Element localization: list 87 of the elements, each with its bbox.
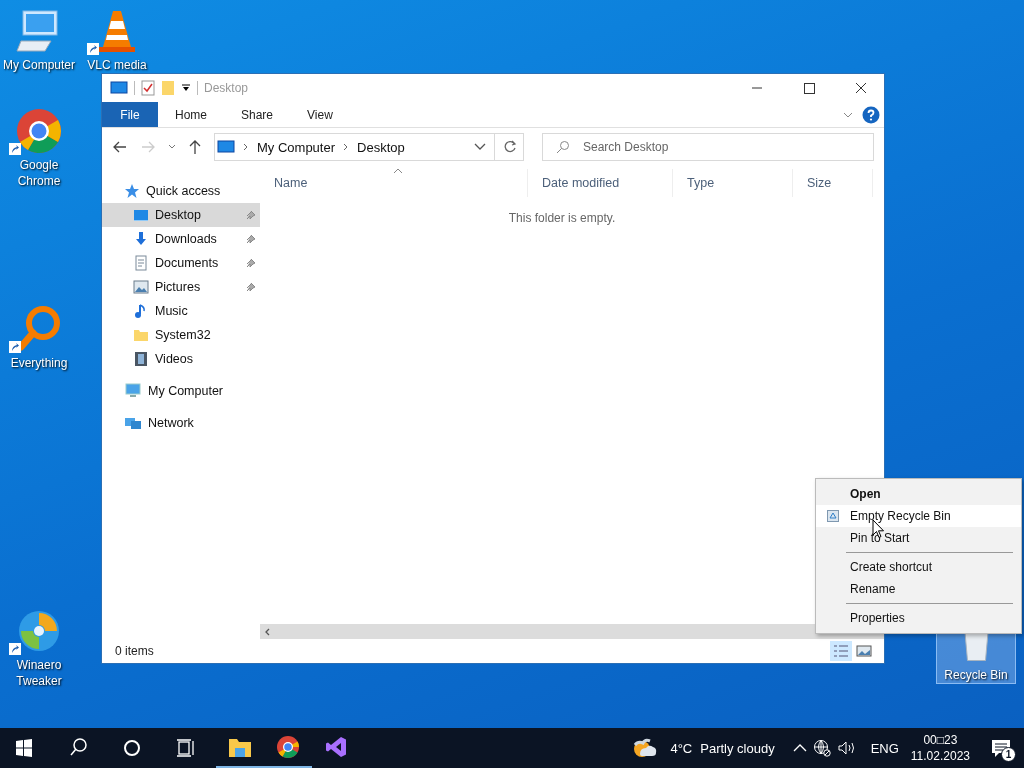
desktop-icon[interactable]: VLC media xyxy=(78,5,156,73)
nav-item[interactable]: Desktop xyxy=(102,203,260,227)
icon-label: Recycle Bin xyxy=(944,667,1008,683)
window-title: Desktop xyxy=(204,81,249,95)
weather-condition[interactable]: Partly cloudy xyxy=(700,740,775,756)
nav-item[interactable]: System32 xyxy=(102,323,260,347)
menu-item[interactable]: Pin to Start xyxy=(816,527,1021,549)
desktop-icon[interactable]: Everything xyxy=(0,303,78,371)
menu-item[interactable]: Rename xyxy=(816,578,1021,600)
nav-item[interactable]: Network xyxy=(102,411,260,435)
language-indicator[interactable]: ENG xyxy=(870,740,899,756)
column-header[interactable]: Name xyxy=(260,169,528,197)
icon-label: VLC media xyxy=(87,57,147,73)
breadcrumb[interactable]: Desktop xyxy=(357,139,405,155)
nav-item[interactable]: Videos xyxy=(102,347,260,371)
folder-icon xyxy=(228,736,252,758)
desktop-icon[interactable]: Google Chrome xyxy=(0,105,78,189)
up-arrow-icon[interactable] xyxy=(188,139,202,155)
recycle-icon xyxy=(827,510,839,522)
chevron-down-icon[interactable] xyxy=(168,144,176,150)
menu-item[interactable]: Open xyxy=(816,483,1021,505)
empty-folder-message: This folder is empty. xyxy=(507,211,617,225)
film-icon xyxy=(133,351,149,367)
nav-item[interactable]: Pictures xyxy=(102,275,260,299)
ribbon-tab[interactable]: Home xyxy=(158,102,224,127)
weather-cloud-icon[interactable] xyxy=(632,736,659,760)
search-icon xyxy=(556,140,570,154)
breadcrumb[interactable]: My Computer xyxy=(257,139,336,155)
chevron-right-icon xyxy=(343,143,350,151)
ribbon-tab[interactable]: View xyxy=(290,102,350,127)
back-arrow-icon[interactable] xyxy=(112,140,128,154)
address-bar[interactable]: My Computer Desktop xyxy=(214,133,524,161)
action-center-button[interactable]: 1 xyxy=(984,728,1018,768)
menu-item[interactable]: Create shortcut xyxy=(816,556,1021,578)
thumbnail-view-icon[interactable] xyxy=(856,644,872,658)
pictures-icon xyxy=(133,279,149,295)
clock-time: 00□23 xyxy=(923,732,958,748)
nav-item[interactable]: Documents xyxy=(102,251,260,275)
download-icon xyxy=(133,231,149,247)
item-count: 0 items xyxy=(115,644,154,658)
icon-label: My Computer xyxy=(3,57,75,73)
properties-icon[interactable] xyxy=(141,80,155,96)
clock[interactable]: 00□23 11.02.2023 xyxy=(910,732,970,764)
speaker-icon[interactable] xyxy=(836,740,857,756)
temperature-text[interactable]: 4°C xyxy=(670,740,693,756)
help-icon[interactable] xyxy=(862,105,880,124)
nav-item[interactable]: Downloads xyxy=(102,227,260,251)
network-icon xyxy=(124,415,142,431)
desktop-icon xyxy=(133,207,149,223)
ribbon-tab[interactable]: File xyxy=(102,102,158,127)
pin-icon[interactable] xyxy=(246,234,256,244)
column-header[interactable]: Date modified xyxy=(528,169,673,197)
search-field[interactable]: Search Desktop xyxy=(542,133,874,161)
desktop-icon xyxy=(217,140,235,154)
menu-item[interactable]: Empty Recycle Bin xyxy=(816,505,1021,527)
chrome-icon xyxy=(15,107,63,155)
nav-item[interactable]: Quick access xyxy=(102,179,260,203)
sort-caret-icon xyxy=(393,168,403,174)
computer-icon xyxy=(124,383,142,399)
scroll-left-icon[interactable] xyxy=(264,627,270,636)
desktop-icon[interactable]: My Computer xyxy=(0,5,78,73)
star-icon xyxy=(124,183,140,199)
clock-date: 11.02.2023 xyxy=(910,748,970,764)
chevron-up-icon[interactable] xyxy=(792,743,807,753)
globe-icon[interactable] xyxy=(812,739,831,757)
horizontal-scrollbar[interactable] xyxy=(260,624,884,639)
ribbon-tab[interactable]: Share xyxy=(224,102,291,127)
infinity-ribbon-icon xyxy=(324,735,348,759)
icon-label: Everything xyxy=(10,355,68,371)
document-icon xyxy=(133,255,149,271)
chevron-right-icon xyxy=(243,143,249,151)
icon-label: Winaero Tweaker xyxy=(15,657,63,689)
column-header[interactable]: Type xyxy=(673,169,793,197)
notification-count: 1 xyxy=(1001,747,1016,762)
dropdown-icon[interactable] xyxy=(181,83,191,93)
refresh-icon[interactable] xyxy=(503,140,517,154)
desktop-icon[interactable]: Winaero Tweaker xyxy=(0,605,78,689)
pin-icon[interactable] xyxy=(246,282,256,292)
folder-icon xyxy=(133,327,149,343)
window-icon xyxy=(110,81,128,95)
chrome-icon xyxy=(276,735,300,759)
nav-item[interactable]: Music xyxy=(102,299,260,323)
pin-icon[interactable] xyxy=(246,258,256,268)
chevron-down-icon[interactable] xyxy=(474,143,486,151)
icon-label: Google Chrome xyxy=(16,157,62,189)
column-header[interactable]: Size xyxy=(793,169,873,197)
nav-item[interactable]: My Computer xyxy=(102,379,260,403)
